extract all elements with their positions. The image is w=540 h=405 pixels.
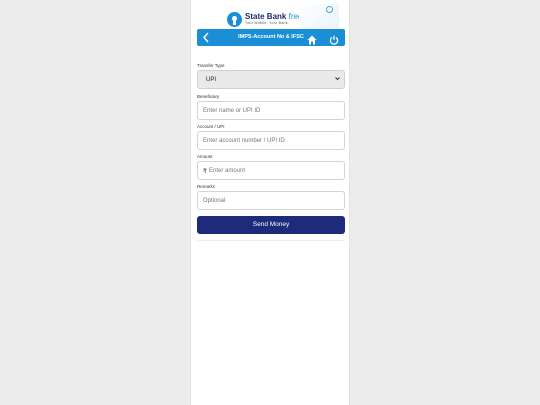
account-label: Account / UPI [197,124,225,129]
sbi-logo-icon [227,11,242,27]
power-icon[interactable] [329,32,339,45]
transfer-type-value: UPI [206,77,217,83]
send-money-button[interactable]: Send Money [197,216,345,234]
transfer-type-label: Transfer Type [197,63,225,68]
nav-bar: IMPS-Account No & IFSC [197,29,345,46]
beneficiary-label: Beneficiary [197,94,220,99]
header-banner [299,4,339,28]
app-screen: State Bank freedoM Your Mobile. Your Ban… [190,0,350,405]
amount-input[interactable]: ₹ Enter amount [197,161,345,180]
beneficiary-placeholder: Enter name or UPI ID [203,108,261,114]
chevron-down-icon [335,76,340,83]
page-title: IMPS-Account No & IFSC [238,34,304,40]
rupee-symbol: ₹ [203,169,207,175]
home-icon[interactable] [307,32,317,45]
amount-label: Amount [197,154,213,159]
account-placeholder: Enter account number / UPI ID [203,138,285,144]
account-input[interactable]: Enter account number / UPI ID [197,131,345,150]
remarks-placeholder: Optional [203,198,226,204]
clock-icon [326,6,333,13]
amount-placeholder: Enter amount [209,168,246,174]
remarks-input[interactable]: Optional [197,191,345,210]
remarks-label: Remarks [197,184,216,189]
beneficiary-input[interactable]: Enter name or UPI ID [197,101,345,120]
divider [197,240,345,241]
transfer-type-select[interactable]: UPI [197,70,345,89]
